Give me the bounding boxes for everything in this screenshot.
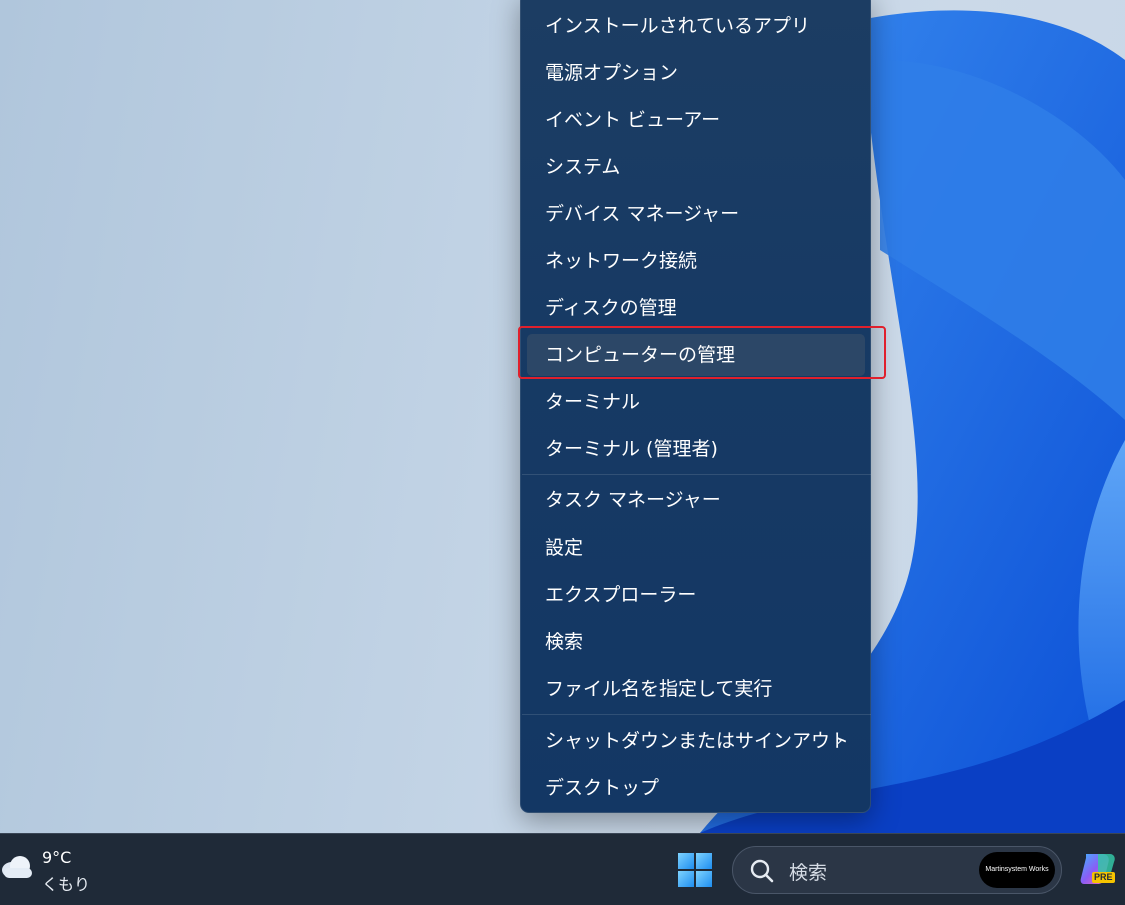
start-button[interactable] xyxy=(670,845,720,895)
menu-item-device-manager[interactable]: デバイス マネージャー xyxy=(527,193,865,235)
menu-item-desktop[interactable]: デスクトップ xyxy=(527,767,865,809)
search-highlight-badge: Martinsystem Works xyxy=(979,852,1055,888)
menu-item-label: デスクトップ xyxy=(545,777,660,799)
menu-item-power-options[interactable]: 電源オプション xyxy=(527,52,865,94)
menu-item-label: タスク マネージャー xyxy=(545,489,721,511)
menu-item-network-connections[interactable]: ネットワーク接続 xyxy=(527,240,865,282)
menu-item-label: 設定 xyxy=(545,537,584,559)
menu-item-installed-apps[interactable]: インストールされているアプリ xyxy=(527,5,865,47)
menu-item-terminal-admin[interactable]: ターミナル (管理者) xyxy=(527,428,865,470)
menu-item-label: ターミナル xyxy=(545,391,641,413)
menu-item-label: コンピューターの管理 xyxy=(545,344,736,366)
menu-item-label: システム xyxy=(545,156,621,178)
search-icon xyxy=(750,859,774,883)
menu-item-computer-management[interactable]: コンピューターの管理 xyxy=(527,334,865,376)
menu-item-label: ファイル名を指定して実行 xyxy=(545,678,773,700)
chevron-right-icon: › xyxy=(835,730,843,751)
menu-item-label: デバイス マネージャー xyxy=(545,203,740,225)
menu-item-label: ディスクの管理 xyxy=(545,297,677,319)
menu-item-run[interactable]: ファイル名を指定して実行 xyxy=(527,668,865,710)
menu-item-disk-management[interactable]: ディスクの管理 xyxy=(527,287,865,329)
menu-item-label: ネットワーク接続 xyxy=(545,250,698,272)
menu-item-label: ターミナル (管理者) xyxy=(545,438,718,460)
menu-item-label: エクスプローラー xyxy=(545,584,697,606)
windows-logo-icon xyxy=(678,853,712,887)
menu-separator xyxy=(522,714,871,715)
weather-condition: くもり xyxy=(42,875,91,894)
winx-context-menu: インストールされているアプリ 電源オプション イベント ビューアー システム デ… xyxy=(520,0,871,813)
menu-item-terminal[interactable]: ターミナル xyxy=(527,381,865,423)
weather-temperature: 9°C xyxy=(42,848,72,867)
menu-item-label: 検索 xyxy=(545,631,584,653)
menu-separator xyxy=(522,474,871,475)
search-placeholder: 検索 xyxy=(789,862,828,884)
menu-item-label: イベント ビューアー xyxy=(545,109,721,131)
menu-item-search[interactable]: 検索 xyxy=(527,621,865,663)
menu-item-shutdown-signout[interactable]: シャットダウンまたはサインアウト › xyxy=(527,720,865,762)
menu-item-task-manager[interactable]: タスク マネージャー xyxy=(527,479,865,521)
menu-item-label: 電源オプション xyxy=(545,62,679,84)
menu-item-event-viewer[interactable]: イベント ビューアー xyxy=(527,99,865,141)
cloud-icon xyxy=(2,856,32,878)
taskbar-search-box[interactable]: 検索 Martinsystem Works xyxy=(732,846,1062,894)
menu-item-label: インストールされているアプリ xyxy=(545,15,811,37)
menu-item-label: シャットダウンまたはサインアウト xyxy=(545,730,850,752)
copilot-button[interactable]: PRE xyxy=(1076,850,1120,894)
menu-item-system[interactable]: システム xyxy=(527,146,865,188)
copilot-pre-badge: PRE xyxy=(1092,872,1115,883)
taskbar: 9°C くもり 検索 Martinsystem Works PRE xyxy=(0,833,1125,905)
weather-widget[interactable]: 9°C くもり xyxy=(0,846,110,894)
menu-item-settings[interactable]: 設定 xyxy=(527,527,865,569)
menu-item-file-explorer[interactable]: エクスプローラー xyxy=(527,574,865,616)
